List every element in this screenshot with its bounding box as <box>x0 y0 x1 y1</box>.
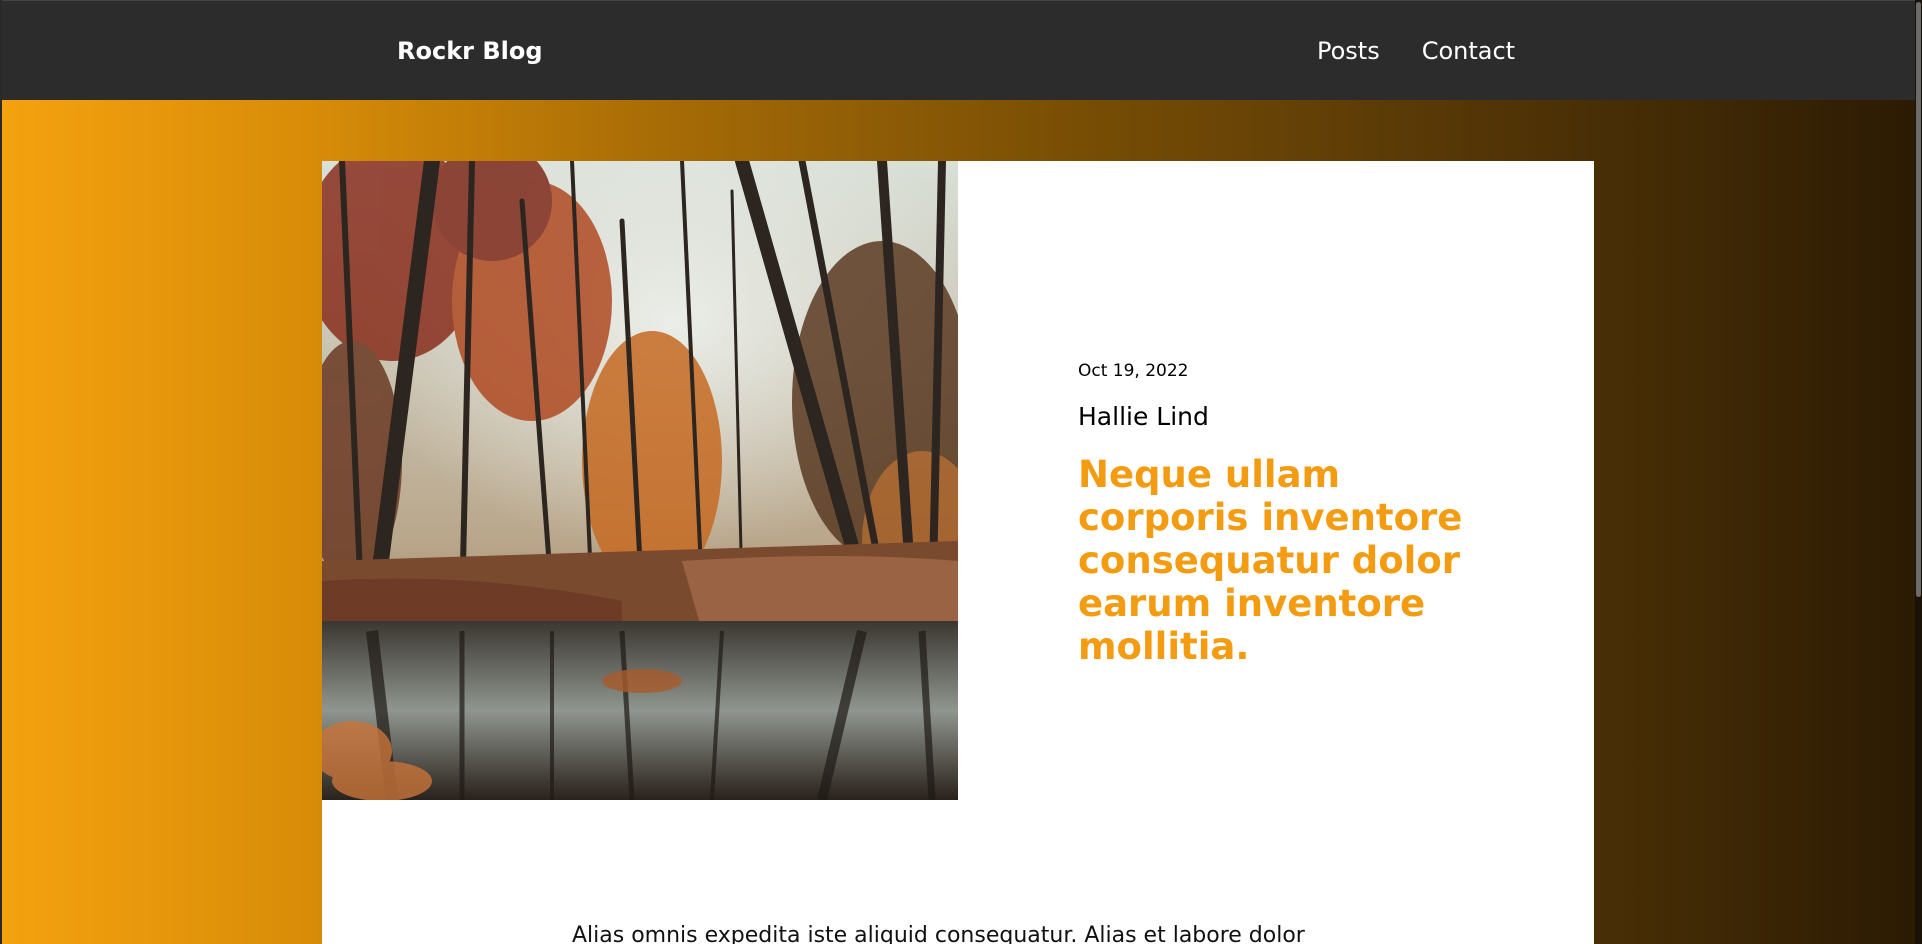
window-edge <box>0 0 2 944</box>
post-meta: Oct 19, 2022 Hallie Lind Neque ullam cor… <box>1078 359 1498 668</box>
brand-logo-link[interactable]: Rockr Blog <box>397 35 543 67</box>
nav-link-posts[interactable]: Posts <box>1317 35 1380 67</box>
page-scrollbar[interactable] <box>1915 0 1922 944</box>
post-title[interactable]: Neque ullam corporis inventore consequat… <box>1078 453 1498 668</box>
featured-post-card[interactable]: Oct 19, 2022 Hallie Lind Neque ullam cor… <box>322 161 1594 944</box>
top-navbar: Rockr Blog Posts Contact <box>0 0 1922 100</box>
nav-links: Posts Contact <box>1317 35 1515 67</box>
nav-link-contact[interactable]: Contact <box>1422 35 1515 67</box>
post-author: Hallie Lind <box>1078 402 1209 431</box>
post-hero-image[interactable] <box>322 161 958 800</box>
post-body-excerpt: Alias omnis expedita iste aliquid conseq… <box>572 923 1305 944</box>
scrollbar-thumb[interactable] <box>1916 2 1921 597</box>
post-date: Oct 19, 2022 <box>1078 361 1189 381</box>
page-viewport: Rockr Blog Posts Contact Oct 19, 2022 Ha… <box>0 0 1922 944</box>
